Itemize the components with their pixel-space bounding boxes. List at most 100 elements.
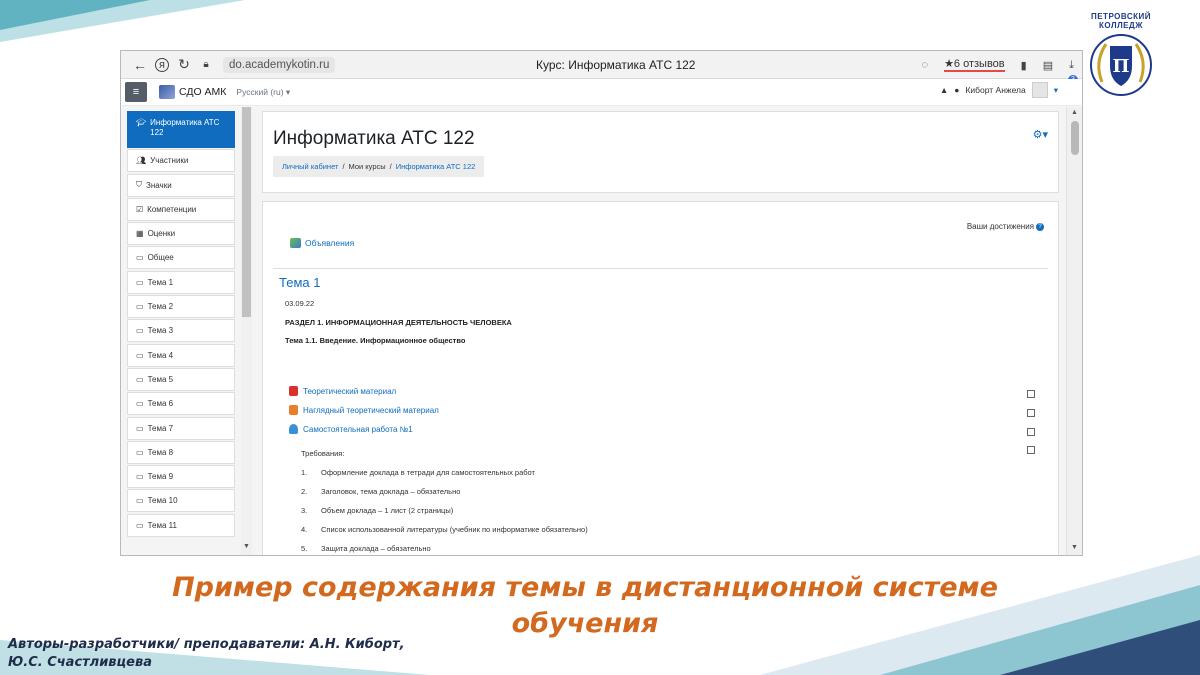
sidebar-item[interactable]: ▭ Тема 11: [127, 513, 235, 537]
table-icon: ▦: [136, 229, 144, 239]
breadcrumb-course[interactable]: Информатика АТС 122: [396, 162, 476, 171]
activity-theory[interactable]: Теоретический материал: [289, 386, 396, 396]
activity-visual-theory[interactable]: Наглядный теоретический материал: [289, 405, 439, 415]
sidebar-item[interactable]: 👥︎ Участники: [127, 149, 235, 173]
browser-window: ← я ↻ 🔒︎ do.academykotin.ru Курс: Информ…: [120, 50, 1083, 556]
announcements-activity[interactable]: Объявления: [290, 238, 354, 248]
sidebar-item[interactable]: ▦ Оценки: [127, 222, 235, 246]
slide-authors: Авторы-разработчики/ преподаватели: А.Н.…: [8, 636, 405, 672]
bookmark-icon[interactable]: ▮: [1021, 59, 1027, 72]
reviews-link[interactable]: ★6 отзывов: [944, 58, 1005, 72]
sidebar-item[interactable]: ☑ Компетенции: [127, 197, 235, 221]
section-heading: РАЗДЕЛ 1. ИНФОРМАЦИОННАЯ ДЕЯТЕЛЬНОСТЬ ЧЕ…: [285, 318, 512, 327]
sidebar-item-label: Значки: [146, 180, 172, 190]
sidebar-item[interactable]: ▭ Тема 3: [127, 319, 235, 343]
page-scroll-thumb[interactable]: [1071, 121, 1079, 155]
requirement-number: 3.: [301, 506, 308, 515]
left-nav-scroll-thumb[interactable]: [242, 107, 251, 317]
sidebar-item[interactable]: ▭ Общее: [127, 246, 235, 270]
users-icon: 👥︎: [136, 156, 147, 166]
course-header: Информатика АТС 122 Личный кабинет / Мои…: [262, 111, 1059, 193]
forum-icon: [290, 238, 301, 248]
sidebar-item[interactable]: ▭ Тема 9: [127, 465, 235, 489]
chat-icon[interactable]: ◌: [922, 59, 929, 71]
requirement-text: Объем доклада – 1 лист (2 страницы): [321, 506, 454, 515]
notification-bell-icon[interactable]: ▲: [940, 85, 948, 95]
svg-text:П: П: [1113, 56, 1130, 77]
graduation-cap-icon: 🎓︎: [136, 118, 147, 127]
activity-assignment[interactable]: Самостоятельная работа №1: [289, 424, 413, 434]
chevron-down-icon[interactable]: ▾: [1054, 85, 1058, 96]
slide-title: Пример содержания темы в дистанционной с…: [0, 570, 1170, 642]
activity-link[interactable]: Теоретический материал: [303, 387, 396, 396]
reload-icon[interactable]: ↻: [173, 56, 195, 73]
sidebar-item[interactable]: ▭ Тема 4: [127, 343, 235, 367]
sidebar-item[interactable]: ▭ Тема 7: [127, 416, 235, 440]
shield-icon: ⛉: [136, 180, 142, 190]
requirement-number: 2.: [301, 487, 308, 496]
messages-icon[interactable]: ●: [954, 85, 959, 95]
sidebar-item[interactable]: ▭ Тема 10: [127, 489, 235, 513]
sidebar-item-label: Информатика АТС 122: [150, 118, 220, 137]
activity-link[interactable]: Самостоятельная работа №1: [303, 425, 413, 434]
sidebar-item[interactable]: ▭ Тема 2: [127, 295, 235, 319]
sidebar-panel-icon[interactable]: ▤: [1043, 59, 1053, 72]
course-left-nav: 🎓︎ Информатика АТС 122 👥︎ Участники ⛉ Значки ☑…: [127, 111, 235, 538]
requirement-item: 3. Объем доклада – 1 лист (2 страницы): [301, 506, 453, 515]
language-menu[interactable]: Русский (ru) ▾: [236, 87, 290, 98]
sidebar-item[interactable]: ▭ Тема 6: [127, 392, 235, 416]
slide-title-line1: Пример содержания темы в дистанционной с…: [172, 572, 998, 603]
user-menu[interactable]: ▲ ● Киборт Анжела ▾: [940, 82, 1058, 98]
sidebar-item-course[interactable]: 🎓︎ Информатика АТС 122: [127, 111, 235, 148]
achievements-link[interactable]: Ваши достижения ?: [967, 222, 1044, 231]
scroll-down-arrow-icon[interactable]: ▼: [243, 543, 250, 550]
completion-checkbox[interactable]: [1027, 446, 1035, 454]
gear-icon[interactable]: ⚙▾: [1033, 128, 1048, 141]
subtopic-heading: Тема 1.1. Введение. Информационное общес…: [285, 336, 466, 345]
scroll-down-arrow-icon[interactable]: ▼: [1071, 544, 1078, 551]
menu-toggle-button[interactable]: ≡: [125, 82, 147, 102]
site-brand[interactable]: СДО АМК: [159, 85, 226, 99]
sidebar-item-label: Тема 6: [147, 399, 174, 409]
left-nav-scrollbar[interactable]: ▼: [241, 107, 252, 555]
sidebar-item-label: Участники: [150, 156, 189, 166]
sidebar-item[interactable]: ⛉ Значки: [127, 173, 235, 197]
announcements-link[interactable]: Объявления: [305, 238, 354, 248]
topic-heading[interactable]: Тема 1: [279, 275, 320, 290]
sidebar-item[interactable]: ▭ Тема 5: [127, 367, 235, 391]
completion-checkbox[interactable]: [1027, 409, 1035, 417]
sidebar-item[interactable]: ▭ Тема 8: [127, 440, 235, 464]
authors-line1: Авторы-разработчики/ преподаватели: А.Н.…: [8, 637, 405, 652]
download-icon[interactable]: ⤓3: [1068, 59, 1078, 85]
completion-checkbox[interactable]: [1027, 390, 1035, 398]
requirement-number: 1.: [301, 468, 308, 477]
breadcrumb-dashboard[interactable]: Личный кабинет: [282, 162, 338, 171]
back-arrow-icon[interactable]: ←: [129, 57, 151, 73]
folder-icon: ▭: [136, 496, 144, 506]
folder-icon: ▭: [136, 423, 144, 433]
requirement-text: Список использованной литературы (учебни…: [321, 525, 588, 534]
requirement-item: 5. Защита доклада – обязательно: [301, 544, 431, 553]
activity-link[interactable]: Наглядный теоретический материал: [303, 406, 439, 415]
requirement-item: 2. Заголовок, тема доклада – обязательно: [301, 487, 460, 496]
sidebar-item-label: Тема 9: [147, 472, 174, 482]
scroll-up-arrow-icon[interactable]: ▲: [1071, 109, 1078, 116]
logo-emblem-icon: П: [1090, 34, 1152, 96]
help-icon[interactable]: ?: [1036, 222, 1044, 231]
avatar[interactable]: [1031, 82, 1048, 98]
yandex-icon[interactable]: я: [155, 57, 169, 72]
url-bar[interactable]: do.academykotin.ru: [223, 56, 336, 73]
page-content: 🎓︎ Информатика АТС 122 👥︎ Участники ⛉ Значки ☑…: [121, 107, 1066, 555]
sidebar-item-label: Тема 1: [147, 277, 174, 287]
page-scrollbar[interactable]: ▲ ▼: [1066, 107, 1082, 555]
breadcrumb-separator: /: [342, 162, 345, 171]
authors-line2: Ю.С. Счастливцева: [8, 655, 152, 670]
sidebar-item-label: Тема 7: [147, 423, 174, 433]
folder-icon: ▭: [136, 520, 144, 530]
sidebar-item[interactable]: ▭ Тема 1: [127, 270, 235, 294]
user-name[interactable]: Киборт Анжела: [965, 85, 1025, 95]
breadcrumb-my-courses[interactable]: Мои курсы: [349, 162, 386, 171]
completion-checkbox[interactable]: [1027, 428, 1035, 436]
sidebar-item-label: Тема 10: [147, 496, 178, 506]
sidebar-item-label: Тема 4: [147, 350, 174, 360]
